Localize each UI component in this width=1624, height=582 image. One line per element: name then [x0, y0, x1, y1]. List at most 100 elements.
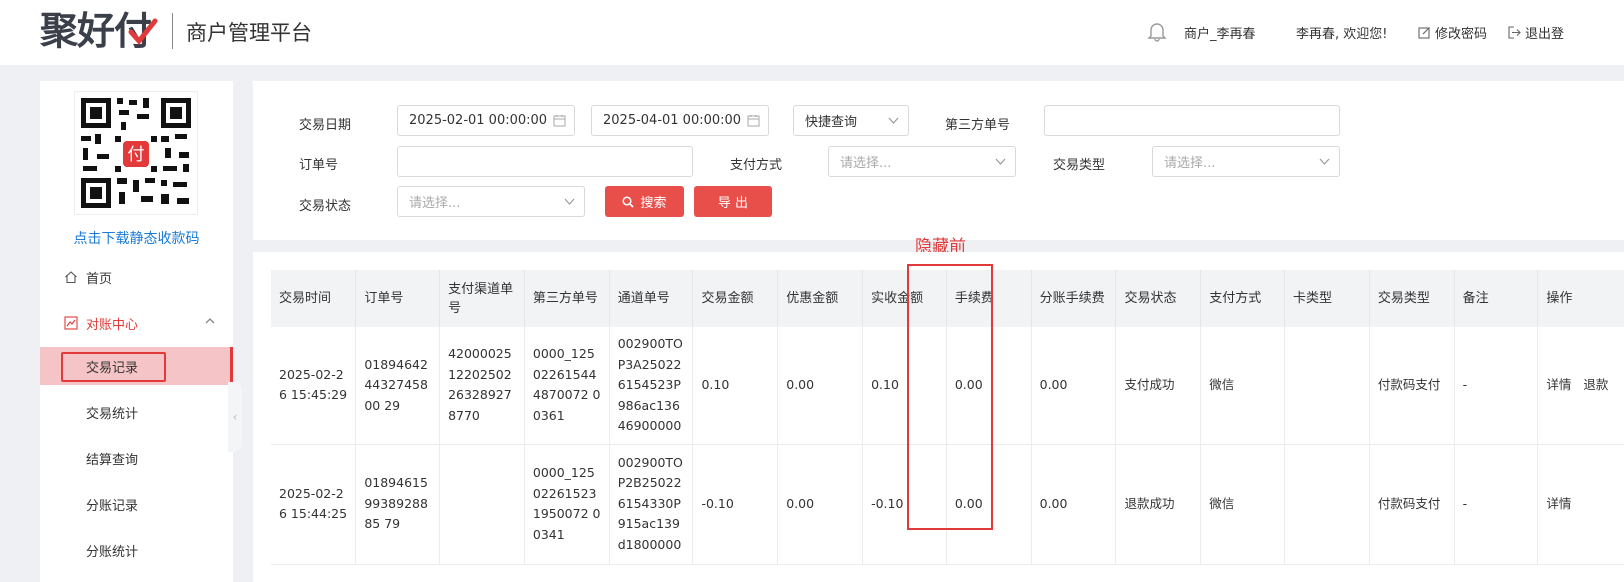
sidebar-subitem-split-records[interactable]: 分账记录: [40, 485, 233, 523]
quick-query-select[interactable]: 快捷查询: [793, 105, 909, 136]
cell-third: 0000_125022615231950072 00341: [524, 444, 610, 565]
sidebar-subitem-split-stats[interactable]: 分账统计: [40, 531, 233, 569]
cell-method: 微信: [1200, 444, 1285, 565]
change-password-link[interactable]: 修改密码: [1418, 23, 1487, 42]
cell-amount: -0.10: [692, 444, 779, 565]
platform-title: 商户管理平台: [186, 21, 312, 45]
highlight-box-transactions: [61, 352, 166, 382]
qr-download-link[interactable]: 点击下载静态收款码: [40, 228, 233, 248]
search-button[interactable]: 搜索: [605, 186, 684, 217]
cell-time: 2025-02-26 15:45:29: [271, 327, 357, 445]
third-party-label: 第三方单号: [945, 118, 1011, 133]
cell-operations: 详情 退款: [1537, 327, 1624, 445]
cell-discount: 0.00: [777, 327, 864, 445]
sidebar-subitem-settlement[interactable]: 结算查询: [40, 439, 233, 477]
column-header: 交易状态: [1115, 270, 1202, 327]
column-header: 卡类型: [1284, 270, 1370, 327]
column-header: 第三方单号: [524, 270, 610, 327]
start-date-input[interactable]: 2025-02-01 00:00:00: [397, 105, 575, 136]
refund-link[interactable]: 退款: [1583, 377, 1608, 392]
date-label: 交易日期: [299, 118, 352, 133]
sidebar-collapse-handle[interactable]: ‹: [228, 382, 242, 452]
cell-amount: 0.10: [692, 327, 779, 445]
column-header: 交易类型: [1369, 270, 1455, 327]
search-icon: [622, 195, 635, 208]
cell-channel: [439, 444, 525, 565]
logout-label: 退出登: [1525, 27, 1565, 42]
chevron-down-icon: [564, 198, 575, 205]
edit-icon: [1418, 27, 1430, 39]
cell-card: [1284, 444, 1370, 565]
cell-remark: -: [1454, 327, 1539, 445]
detail-link[interactable]: 详情: [1546, 377, 1571, 392]
trade-type-label: 交易类型: [1053, 158, 1106, 173]
pay-method-label: 支付方式: [730, 158, 783, 173]
trade-status-placeholder: 请选择...: [409, 196, 461, 211]
merchant-name: 商户_李再春: [1184, 27, 1256, 42]
cell-method: 微信: [1200, 327, 1285, 445]
export-button[interactable]: 导 出: [694, 186, 772, 217]
cell-type: 付款码支付: [1369, 444, 1455, 565]
search-button-label: 搜索: [640, 196, 667, 211]
cell-passage: 002900TOP2B250226154330P915ac139d1800000: [609, 444, 694, 565]
cell-passage: 002900TOP3A250226154523P986ac13646900000: [609, 327, 694, 445]
end-date-input[interactable]: 2025-04-01 00:00:00: [591, 105, 769, 136]
cell-order: 018946159938928885 79: [355, 444, 441, 565]
change-password-label: 修改密码: [1435, 27, 1488, 42]
start-date-value: 2025-02-01 00:00:00: [409, 113, 548, 128]
sidebar: 付 点击下载静态收款码 首页 对账中心 交易记录 交易统计 结算查询 分账记录 …: [40, 81, 233, 582]
logout-link[interactable]: 退出登: [1508, 23, 1564, 42]
column-header: 交易金额: [692, 270, 779, 327]
trade-status-select[interactable]: 请选择...: [397, 186, 585, 217]
column-header: 备注: [1454, 270, 1539, 327]
qr-code-icon: 付: [81, 98, 191, 208]
filter-panel: 交易日期 2025-02-01 00:00:00 2025-04-01 00:0…: [253, 81, 1624, 240]
quick-query-value: 快捷查询: [805, 115, 858, 130]
sidebar-subitem-trade-stats[interactable]: 交易统计: [40, 393, 233, 431]
column-header: 分账手续费: [1031, 270, 1117, 327]
third-party-input[interactable]: [1044, 105, 1340, 136]
sidebar-item-label: 首页: [86, 271, 113, 287]
order-label: 订单号: [299, 158, 339, 173]
column-header: 订单号: [355, 270, 441, 327]
bell-icon[interactable]: [1147, 20, 1167, 42]
cell-operations: 详情: [1537, 444, 1624, 565]
column-header: 交易时间: [271, 270, 357, 327]
pay-method-select[interactable]: 请选择...: [828, 146, 1016, 177]
trade-type-select[interactable]: 请选择...: [1152, 146, 1340, 177]
cell-third: 0000_125022615444870072 00361: [524, 327, 610, 445]
top-header: 聚好付 商户管理平台 商户_李再春 李再春, 欢迎您! 修改密码 退出登: [0, 0, 1624, 65]
chevron-up-icon: [205, 318, 215, 324]
cell-discount: 0.00: [777, 444, 864, 565]
cell-time: 2025-02-26 15:44:25: [271, 444, 357, 565]
trade-type-placeholder: 请选择...: [1164, 156, 1216, 171]
column-header: 支付方式: [1200, 270, 1285, 327]
calendar-icon: [553, 115, 566, 127]
calendar-icon: [747, 115, 760, 127]
chevron-down-icon: [888, 117, 899, 124]
end-date-value: 2025-04-01 00:00:00: [603, 113, 742, 128]
order-input[interactable]: [397, 146, 693, 177]
detail-link[interactable]: 详情: [1546, 496, 1571, 511]
static-qr-code[interactable]: 付: [74, 91, 198, 215]
cell-status: 退款成功: [1115, 444, 1202, 565]
qr-badge-text: 付: [128, 145, 145, 165]
cell-card: [1284, 327, 1370, 445]
trade-status-label: 交易状态: [299, 199, 352, 214]
cell-remark: -: [1454, 444, 1539, 565]
sidebar-item-reconciliation[interactable]: 对账中心: [40, 301, 233, 345]
sidebar-item-label: 对账中心: [86, 317, 139, 333]
cell-channel: 420000251220250226328927 8770: [439, 327, 525, 445]
cell-status: 支付成功: [1115, 327, 1202, 445]
chart-icon: [64, 316, 78, 330]
welcome-text: 李再春, 欢迎您!: [1296, 27, 1388, 42]
cell-order: 018946424432745800 29: [355, 327, 441, 445]
chevron-down-icon: [995, 158, 1006, 165]
cell-split-fee: 0.00: [1031, 444, 1117, 565]
highlight-box-fee-column: [907, 264, 993, 530]
logout-icon: [1508, 26, 1521, 39]
chevron-left-icon: ‹: [232, 410, 238, 424]
column-header: 支付渠道单号: [439, 270, 525, 327]
header-divider: [172, 13, 173, 49]
sidebar-item-home[interactable]: 首页: [40, 255, 233, 299]
